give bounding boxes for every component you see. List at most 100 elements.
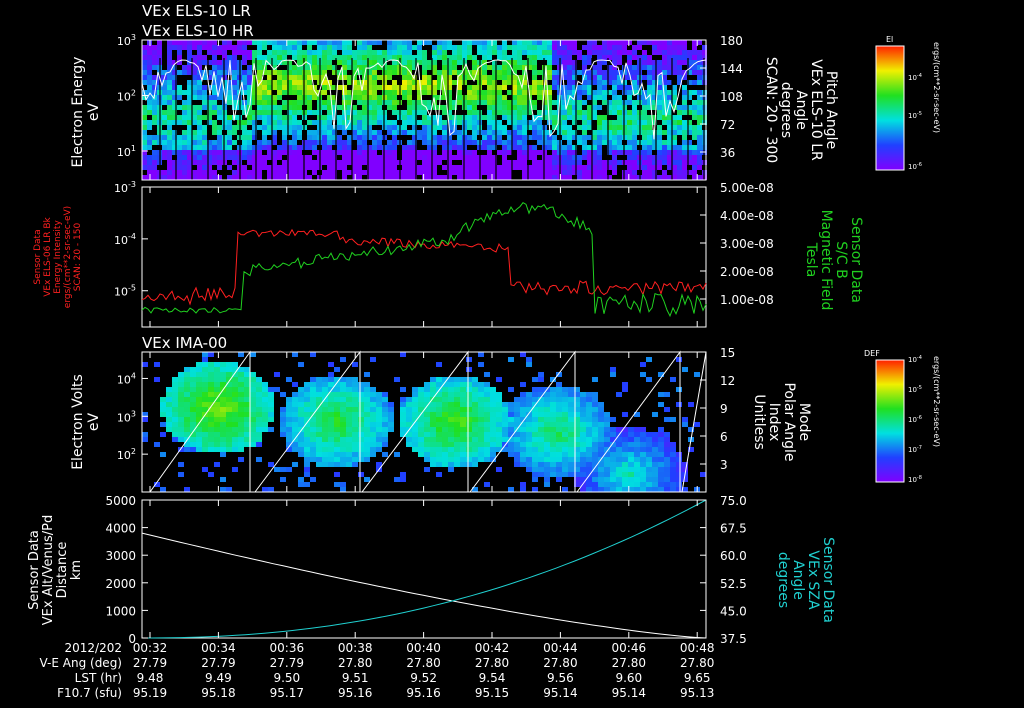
ima-heat-cell — [568, 412, 574, 417]
els-heat-cell — [347, 145, 352, 150]
els-heat-cell — [417, 155, 422, 160]
ima-heat-cell — [616, 457, 622, 462]
els-heat-cell — [177, 55, 182, 60]
ima-heat-cell — [526, 397, 532, 402]
els-heat-cell — [682, 140, 687, 145]
ima-heat-cell — [250, 412, 256, 417]
els-heat-cell — [247, 120, 252, 125]
ima-heat-cell — [472, 397, 478, 402]
els-heat-cell — [327, 160, 332, 165]
els-heat-cell — [442, 60, 447, 65]
els-heat-cell — [327, 170, 332, 175]
ima-heat-cell — [616, 442, 622, 447]
ima-heat-cell — [580, 427, 586, 432]
els-heat-cell — [587, 145, 592, 150]
ima-heat-cell — [346, 442, 352, 447]
ima-heat-cell — [196, 392, 202, 397]
ima-heat-cell — [604, 417, 610, 422]
els-heat-cell — [147, 60, 152, 65]
ima-heat-cell — [190, 407, 196, 412]
ima-heat-cell — [478, 402, 484, 407]
ima-heat-cell — [478, 382, 484, 387]
els-heat-cell — [487, 110, 492, 115]
ima-heat-cell — [472, 407, 478, 412]
ima-heat-cell — [448, 447, 454, 452]
els-heat-cell — [347, 45, 352, 50]
els-heat-cell — [697, 50, 702, 55]
ima-heat-cell — [256, 417, 262, 422]
ima-heat-cell — [592, 377, 598, 382]
ima-heat-cell — [604, 442, 610, 447]
els-heat-cell — [612, 50, 617, 55]
els-heat-cell — [197, 155, 202, 160]
els-heat-cell — [482, 40, 487, 45]
els-heat-cell — [187, 125, 192, 130]
els-heat-cell — [497, 95, 502, 100]
els-heat-cell — [262, 165, 267, 170]
els-heat-cell — [262, 140, 267, 145]
ima-heat-cell — [514, 452, 520, 457]
ima-heat-cell — [346, 407, 352, 412]
els-heat-cell — [667, 60, 672, 65]
ima-heat-cell — [652, 462, 658, 467]
ima-heat-cell — [340, 397, 346, 402]
ima-heat-cell — [352, 377, 358, 382]
ima-heat-cell — [298, 392, 304, 397]
els-heat-cell — [422, 155, 427, 160]
els-heat-cell — [312, 60, 317, 65]
els-heat-cell — [567, 125, 572, 130]
els-heat-cell — [437, 175, 442, 180]
els-heat-cell — [497, 75, 502, 80]
ima-heat-cell — [436, 432, 442, 437]
els-heat-cell — [217, 125, 222, 130]
time-row-value: 95.16 — [406, 686, 440, 700]
els-heat-cell — [602, 120, 607, 125]
ima-heat-cell — [370, 432, 376, 437]
els-heat-cell — [267, 80, 272, 85]
ima-heatmap-cells — [142, 352, 706, 492]
els-heat-cell — [387, 65, 392, 70]
ima-heat-cell — [352, 397, 358, 402]
ima-heat-cell — [520, 447, 526, 452]
ima-heat-cell — [424, 432, 430, 437]
field-ylabel-line3: Magnetic Field — [818, 210, 834, 311]
els-heat-cell — [642, 125, 647, 130]
els-heat-cell — [282, 145, 287, 150]
els-y2tick-label: 180 — [720, 34, 743, 48]
ima-heat-cell — [238, 382, 244, 387]
els-heat-cell — [367, 45, 372, 50]
els-heat-cell — [197, 60, 202, 65]
energy-ylabel-line3: Energy Intensity — [53, 220, 63, 294]
els-heat-cell — [357, 130, 362, 135]
time-tick-label: 00:40 — [406, 641, 441, 655]
ima-heat-cell — [352, 412, 358, 417]
els-heat-cell — [292, 90, 297, 95]
els-heat-cell — [657, 165, 662, 170]
ima-heat-cell — [220, 372, 226, 377]
els-heat-cell — [327, 155, 332, 160]
ima-heat-cell — [568, 462, 574, 467]
ima-heat-cell — [556, 387, 562, 392]
els-heat-cell — [282, 40, 287, 45]
ima-heat-cell — [478, 352, 484, 357]
ima-heat-cell — [652, 452, 658, 457]
ima-y2label-line4: Unitless — [751, 394, 767, 450]
els-heat-cell — [547, 165, 552, 170]
els-heat-cell — [562, 160, 567, 165]
ima-heat-cell — [346, 397, 352, 402]
ima-heat-cell — [364, 432, 370, 437]
els-heat-cell — [472, 155, 477, 160]
ima-heat-cell — [526, 452, 532, 457]
els-heat-cell — [457, 175, 462, 180]
ima-heat-cell — [454, 422, 460, 427]
els-heat-cell — [497, 150, 502, 155]
els-heat-cell — [422, 120, 427, 125]
els-heat-cell — [227, 130, 232, 135]
els-heat-cell — [292, 170, 297, 175]
ima-heat-cell — [436, 462, 442, 467]
els-heat-cell — [567, 165, 572, 170]
ima-heat-cell — [310, 447, 316, 452]
ima-heat-cell — [436, 472, 442, 477]
els-heat-cell — [462, 45, 467, 50]
ima-heat-cell — [232, 427, 238, 432]
